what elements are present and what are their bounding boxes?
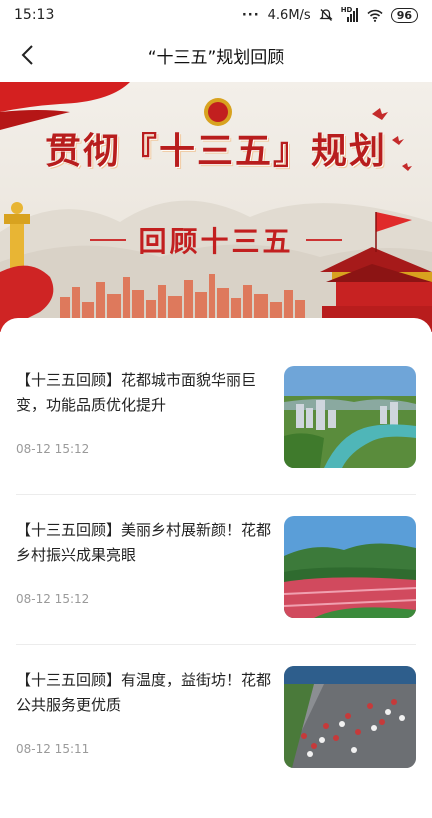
wifi-icon [367,9,383,22]
status-icons: ··· 4.6M/s HD 96 [241,6,418,23]
news-thumbnail [284,666,416,768]
ornament-line-right [305,239,342,241]
list-divider [16,494,416,495]
status-time: 15:13 [14,7,55,23]
status-bar: 15:13 ··· 4.6M/s HD 96 [0,0,432,30]
signal-icon: HD [341,6,359,22]
mute-icon [319,9,333,21]
news-title: 【十三五回顾】花都城市面貌华丽巨变，功能品质优化提升 [16,371,257,414]
back-button[interactable] [10,38,44,72]
news-time: 08-12 15:11 [16,742,90,756]
banner-art [0,82,432,332]
news-item[interactable]: 【十三五回顾】美丽乡村展新颜！花都乡村振兴成果亮眼 08-12 15:12 [0,516,432,668]
news-time: 08-12 15:12 [16,442,90,456]
banner: 贯彻『十三五』规划 回顾十三五 [0,82,432,332]
back-arrow-icon [21,45,33,65]
ornament-line-left [90,239,127,241]
news-title: 【十三五回顾】美丽乡村展新颜！花都乡村振兴成果亮眼 [16,521,272,564]
nav-bar: “十三五”规划回顾 [0,30,432,80]
network-speed: 4.6M/s [267,7,311,23]
banner-title: 贯彻『十三五』规划 [44,130,387,172]
battery-indicator: 96 [390,7,418,23]
news-thumbnail [284,366,416,468]
news-time: 08-12 15:12 [16,592,90,606]
news-text: 【十三五回顾】美丽乡村展新颜！花都乡村振兴成果亮眼 08-12 15:12 [16,518,274,628]
list-divider [16,644,416,645]
news-list: 【十三五回顾】花都城市面貌华丽巨变，功能品质优化提升 08-12 15:12 【… [0,318,432,778]
news-item[interactable]: 【十三五回顾】花都城市面貌华丽巨变，功能品质优化提升 08-12 15:12 [0,366,432,518]
news-text: 【十三五回顾】有温度，益街坊！花都公共服务更优质 08-12 15:11 [16,668,274,778]
news-text: 【十三五回顾】花都城市面貌华丽巨变，功能品质优化提升 08-12 15:12 [16,368,274,478]
more-dots: ··· [241,7,260,23]
page-title: “十三五”规划回顾 [147,47,285,68]
news-title: 【十三五回顾】有温度，益街坊！花都公共服务更优质 [16,671,272,714]
banner-subtitle-row: 回顾十三五 [0,220,432,260]
banner-subtitle: 回顾十三五 [138,225,294,258]
news-item[interactable]: 【十三五回顾】有温度，益街坊！花都公共服务更优质 08-12 15:11 [0,666,432,818]
news-thumbnail [284,516,416,618]
